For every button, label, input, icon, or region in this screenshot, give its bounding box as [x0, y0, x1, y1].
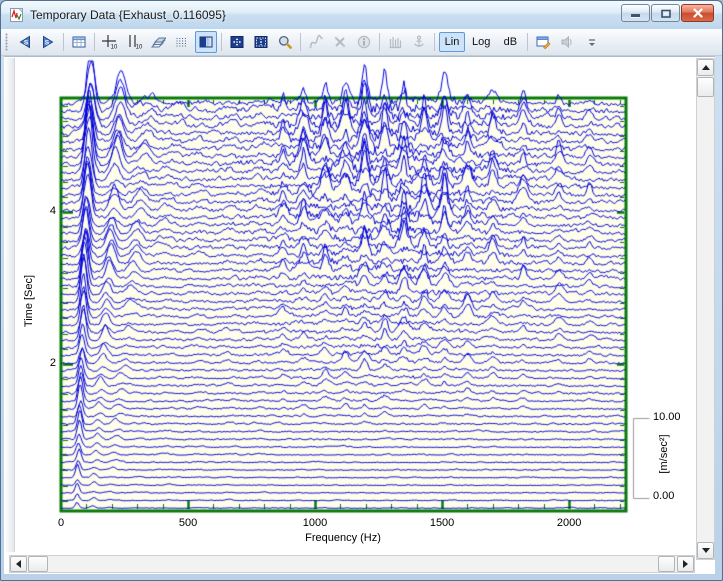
- chevron-down-icon: [586, 36, 598, 48]
- svg-text:S: S: [44, 39, 49, 46]
- arrow-left-icon: [16, 560, 21, 568]
- scroll-right-button[interactable]: [677, 556, 694, 572]
- y-tick-label: 2: [24, 357, 56, 369]
- anchor-cursor-button: [408, 31, 430, 53]
- scroll-left-button[interactable]: [10, 556, 27, 572]
- anchor-icon: [411, 34, 427, 50]
- x-tick-label: 2000: [557, 517, 581, 529]
- horizontal-cursor-button[interactable]: 10: [99, 31, 121, 53]
- arrow-up-icon: [702, 65, 710, 70]
- toolbar-separator: [221, 33, 222, 51]
- legend-units: [m/sec²]: [658, 434, 670, 473]
- vertical-scroll-thumb[interactable]: [697, 77, 714, 97]
- x-tick-label: 1500: [430, 517, 454, 529]
- display-properties-button[interactable]: [532, 31, 554, 53]
- zoom-magnifier-button[interactable]: [274, 31, 296, 53]
- datasheet-button[interactable]: [68, 31, 90, 53]
- toolbar-separator: [527, 33, 528, 51]
- close-button[interactable]: [681, 4, 714, 22]
- arrow-right-icon: [683, 560, 688, 568]
- titlebar[interactable]: Temporary Data {Exhaust_0.116095}: [1, 1, 722, 29]
- svg-text:10: 10: [111, 45, 118, 51]
- dotted-lines-icon: [174, 34, 190, 50]
- minimize-icon: [629, 9, 642, 18]
- horizontal-cursor-icon: 10: [101, 34, 119, 50]
- x-tick-label: 1000: [303, 517, 327, 529]
- x-axis-title: Frequency (Hz): [305, 532, 381, 544]
- horizontal-scrollbar[interactable]: [9, 555, 695, 573]
- horizontal-scroll-thumb[interactable]: [28, 556, 48, 572]
- audio-replay-button: [556, 31, 578, 53]
- restore-button[interactable]: [651, 4, 680, 22]
- lin-scale-button[interactable]: Lin: [439, 32, 465, 52]
- waterfall-icon: [198, 34, 214, 50]
- info-button: [353, 31, 375, 53]
- cascade-icon: [150, 34, 166, 50]
- properties-icon: [535, 34, 551, 50]
- toolbar-overflow-button[interactable]: [581, 31, 603, 53]
- y-axis-title: Time [Sec]: [23, 275, 35, 327]
- waterfall-plot-canvas[interactable]: [4, 56, 696, 574]
- legend-max-value: 10.00: [653, 411, 681, 423]
- horizontal-scroll-spacer[interactable]: [658, 556, 675, 572]
- x-tick-label: 0: [58, 517, 64, 529]
- arrow-right-s-icon: S: [40, 34, 57, 50]
- minimize-button[interactable]: [621, 4, 650, 22]
- svg-text:10: 10: [136, 45, 143, 51]
- info-icon: [356, 34, 372, 50]
- window-controls: [621, 4, 714, 22]
- speaker-icon: [559, 34, 575, 50]
- window-title: Temporary Data {Exhaust_0.116095}: [30, 8, 226, 22]
- log-scale-button[interactable]: Log: [467, 32, 495, 52]
- magnifier-icon: [277, 34, 293, 50]
- scroll-down-button[interactable]: [697, 542, 714, 559]
- plot-client-area: Time [Sec] Frequency (Hz) 05001000150020…: [4, 56, 715, 574]
- harmonic-cursor-icon: [387, 34, 403, 50]
- prev-dataset-button[interactable]: S: [13, 31, 35, 53]
- arrow-left-s-icon: S: [16, 34, 33, 50]
- toolbar-separator: [434, 33, 435, 51]
- vertical-cursor-icon: 10: [125, 34, 143, 50]
- close-icon: [692, 8, 704, 18]
- legend-min-value: 0.00: [653, 490, 674, 502]
- curve-icon: [308, 34, 324, 50]
- curve-overlay-button: [305, 31, 327, 53]
- toolbar-grip[interactable]: [5, 33, 8, 51]
- vertical-scrollbar[interactable]: [696, 58, 715, 560]
- spectral-map-display-button[interactable]: [171, 31, 193, 53]
- log-scale-label: Log: [472, 36, 490, 48]
- curve-delete-button: [329, 31, 351, 53]
- y-tick-label: 4: [24, 205, 56, 217]
- waveform-document-icon: [9, 7, 25, 23]
- arrow-down-icon: [702, 548, 710, 553]
- restore-icon: [659, 8, 672, 19]
- x-tick-label: 500: [179, 517, 197, 529]
- toolbar-separator: [63, 33, 64, 51]
- toolbar-separator: [300, 33, 301, 51]
- toolbar-separator: [379, 33, 380, 51]
- lin-scale-label: Lin: [445, 36, 460, 48]
- toolbar-separator: [94, 33, 95, 51]
- zoom-window-button[interactable]: [250, 31, 272, 53]
- zoom-extents-button[interactable]: [226, 31, 248, 53]
- harmonic-cursor-button: [384, 31, 406, 53]
- main-toolbar: S S 10 10: [1, 29, 722, 56]
- data-grid-icon: [71, 34, 87, 50]
- cascade-display-button[interactable]: [147, 31, 169, 53]
- next-dataset-button[interactable]: S: [37, 31, 59, 53]
- waterfall-display-button[interactable]: [195, 31, 217, 53]
- db-scale-label: dB: [504, 36, 517, 48]
- zoom-window-icon: [253, 34, 269, 50]
- svg-text:S: S: [23, 39, 28, 46]
- curve-delete-icon: [332, 34, 348, 50]
- scroll-up-button[interactable]: [697, 59, 714, 76]
- vertical-cursor-button[interactable]: 10: [123, 31, 145, 53]
- zoom-extents-icon: [229, 34, 245, 50]
- db-scale-button[interactable]: dB: [497, 32, 523, 52]
- app-window: Temporary Data {Exhaust_0.116095} S: [0, 0, 723, 581]
